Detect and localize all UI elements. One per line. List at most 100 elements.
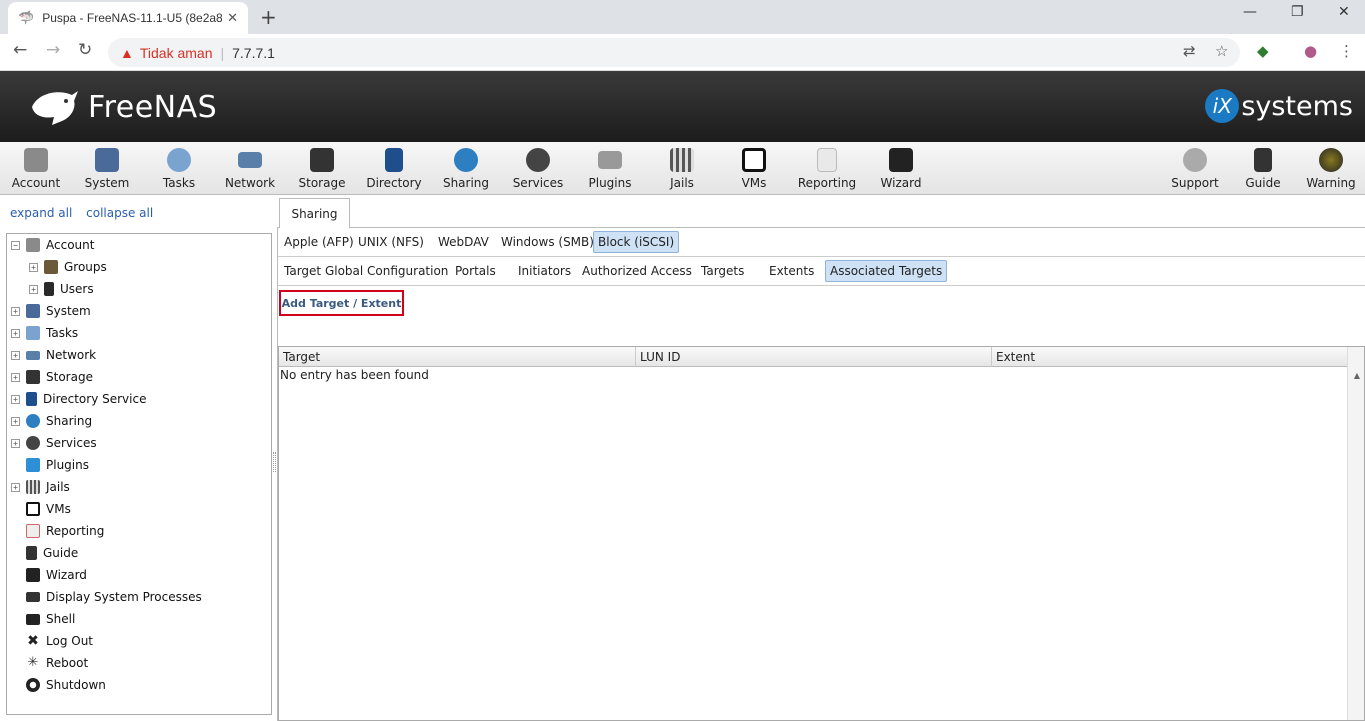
tree-item-log-out[interactable]: ✖ Log Out: [26, 631, 93, 651]
toolbar-warning-button[interactable]: Warning: [1295, 148, 1365, 190]
tree-item-directory-service[interactable]: + Directory Service: [11, 389, 146, 409]
tree-item-storage[interactable]: + Storage: [11, 367, 93, 387]
expand-icon[interactable]: +: [11, 416, 20, 426]
minimize-icon[interactable]: —: [1243, 4, 1257, 20]
toolbar-plugins-button[interactable]: Plugins: [574, 148, 646, 190]
window-close-icon[interactable]: ✕: [1338, 4, 1350, 20]
tab-webdav[interactable]: WebDAV: [434, 231, 493, 253]
tree-item-wizard[interactable]: Wizard: [26, 565, 87, 585]
tab-block-iscsi[interactable]: Block (iSCSI): [593, 231, 680, 253]
toolbar-reporting-button[interactable]: Reporting: [791, 148, 863, 190]
menu-kebab-icon[interactable]: ⋮: [1339, 42, 1354, 60]
expand-all-link[interactable]: expand all: [10, 206, 72, 220]
tab-targets[interactable]: Targets: [697, 260, 748, 282]
tree-item-account[interactable]: − Account: [11, 235, 94, 255]
tree-item-shell[interactable]: Shell: [26, 609, 75, 629]
reload-icon[interactable]: ↻: [78, 40, 92, 60]
extension-icon[interactable]: ◆: [1257, 42, 1269, 60]
collapse-all-link[interactable]: collapse all: [86, 206, 153, 220]
tree-item-tasks[interactable]: + Tasks: [11, 323, 78, 343]
tree-item-reporting[interactable]: Reporting: [26, 521, 104, 541]
tree-item-vms[interactable]: VMs: [26, 499, 71, 519]
address-bar[interactable]: ▲ Tidak aman | 7.7.7.1: [108, 38, 1240, 67]
tree-item-network[interactable]: + Network: [11, 345, 96, 365]
tree-item-services[interactable]: + Services: [11, 433, 97, 453]
expand-icon[interactable]: +: [11, 482, 20, 492]
toolbar-storage-button[interactable]: Storage: [286, 148, 358, 190]
guide-book-icon: [1254, 148, 1272, 172]
toolbar-label: Plugins: [588, 176, 632, 190]
restore-icon[interactable]: ❐: [1291, 4, 1304, 20]
add-target-extent-button[interactable]: Add Target / Extent: [279, 290, 404, 316]
tree-item-label: Shell: [46, 612, 76, 626]
toolbar-system-button[interactable]: System: [71, 148, 143, 190]
toolbar-directory-button[interactable]: Directory: [358, 148, 430, 190]
toolbar-label: Storage: [298, 176, 346, 190]
browser-tab[interactable]: 🦈 Puspa - FreeNAS-11.1-U5 (8e2a8 ✕: [8, 2, 248, 34]
toolbar-guide-button[interactable]: Guide: [1227, 148, 1299, 190]
scroll-up-icon[interactable]: ▲: [1354, 371, 1360, 380]
tab-associated-targets[interactable]: Associated Targets: [825, 260, 948, 282]
tree-item-sharing[interactable]: + Sharing: [11, 411, 92, 431]
profile-avatar[interactable]: ●: [1304, 42, 1317, 60]
column-target[interactable]: Target: [279, 347, 636, 367]
expand-icon[interactable]: +: [11, 328, 20, 338]
expand-icon[interactable]: +: [11, 306, 20, 316]
tab-portals[interactable]: Portals: [451, 260, 500, 282]
tree-item-groups[interactable]: + Groups: [29, 257, 107, 277]
expand-icon[interactable]: +: [11, 438, 20, 448]
tab-windows-smb[interactable]: Windows (SMB): [497, 231, 598, 253]
expand-icon[interactable]: +: [29, 262, 38, 272]
toolbar-network-button[interactable]: Network: [214, 148, 286, 190]
tree-item-plugins[interactable]: Plugins: [26, 455, 89, 475]
grid-scrollbar[interactable]: [1347, 347, 1364, 720]
tree-item-label: Storage: [46, 370, 93, 384]
collapse-icon[interactable]: −: [11, 240, 20, 250]
warning-triangle-icon: ▲: [120, 44, 134, 61]
tab-sharing[interactable]: Sharing: [279, 198, 350, 228]
vms-monitor-icon: [742, 148, 766, 172]
expand-icon[interactable]: +: [11, 372, 20, 382]
expand-icon[interactable]: +: [11, 350, 20, 360]
tree-item-users[interactable]: + Users: [29, 279, 94, 299]
forward-icon[interactable]: →: [46, 40, 60, 60]
expand-icon[interactable]: +: [29, 284, 38, 294]
toolbar-services-button[interactable]: Services: [502, 148, 574, 190]
toolbar-account-button[interactable]: Account: [0, 148, 72, 190]
column-lun-id[interactable]: LUN ID: [636, 347, 992, 367]
column-extent[interactable]: Extent: [992, 347, 1348, 367]
bookmark-star-icon[interactable]: ☆: [1215, 42, 1228, 60]
toolbar-jails-button[interactable]: Jails: [646, 148, 718, 190]
toolbar-vms-button[interactable]: VMs: [718, 148, 790, 190]
tab-target-global-configuration[interactable]: Target Global Configuration: [280, 260, 452, 282]
tab-unix-nfs[interactable]: UNIX (NFS): [354, 231, 428, 253]
back-icon[interactable]: ←: [13, 40, 27, 60]
reporting-icon: [817, 148, 837, 172]
tasks-clock-icon: [26, 326, 40, 340]
tree-item-system[interactable]: + System: [11, 301, 91, 321]
expand-icon[interactable]: +: [11, 394, 20, 404]
tab-apple-afp[interactable]: Apple (AFP): [280, 231, 358, 253]
tab-authorized-access[interactable]: Authorized Access: [578, 260, 696, 282]
tree-item-jails[interactable]: + Jails: [11, 477, 70, 497]
translate-icon[interactable]: ⇄: [1183, 42, 1196, 60]
close-tab-icon[interactable]: ✕: [227, 11, 238, 26]
tree-item-shutdown[interactable]: Shutdown: [26, 675, 106, 695]
iscsi-tabs: Target Global Configuration Portals Init…: [278, 256, 1365, 286]
toolbar-sharing-button[interactable]: Sharing: [430, 148, 502, 190]
tab-extents[interactable]: Extents: [765, 260, 818, 282]
pane-splitter[interactable]: [273, 452, 276, 472]
tab-initiators[interactable]: Initiators: [514, 260, 575, 282]
guide-book-icon: [26, 546, 37, 560]
tree-item-reboot[interactable]: ✳ Reboot: [26, 653, 89, 673]
tree-item-display-system-processes[interactable]: Display System Processes: [26, 587, 202, 607]
toolbar-tasks-button[interactable]: Tasks: [143, 148, 215, 190]
toolbar-wizard-button[interactable]: Wizard: [865, 148, 937, 190]
toolbar-label: Sharing: [442, 176, 490, 190]
navigation-tree: − Account + Groups + Users + System + Tasks +…: [6, 233, 272, 715]
main-toolbar: Account System Tasks Network Storage Dir…: [0, 142, 1365, 195]
services-gears-icon: [526, 148, 550, 172]
new-tab-icon[interactable]: +: [260, 5, 277, 29]
tree-item-guide[interactable]: Guide: [26, 543, 78, 563]
toolbar-support-button[interactable]: Support: [1159, 148, 1231, 190]
